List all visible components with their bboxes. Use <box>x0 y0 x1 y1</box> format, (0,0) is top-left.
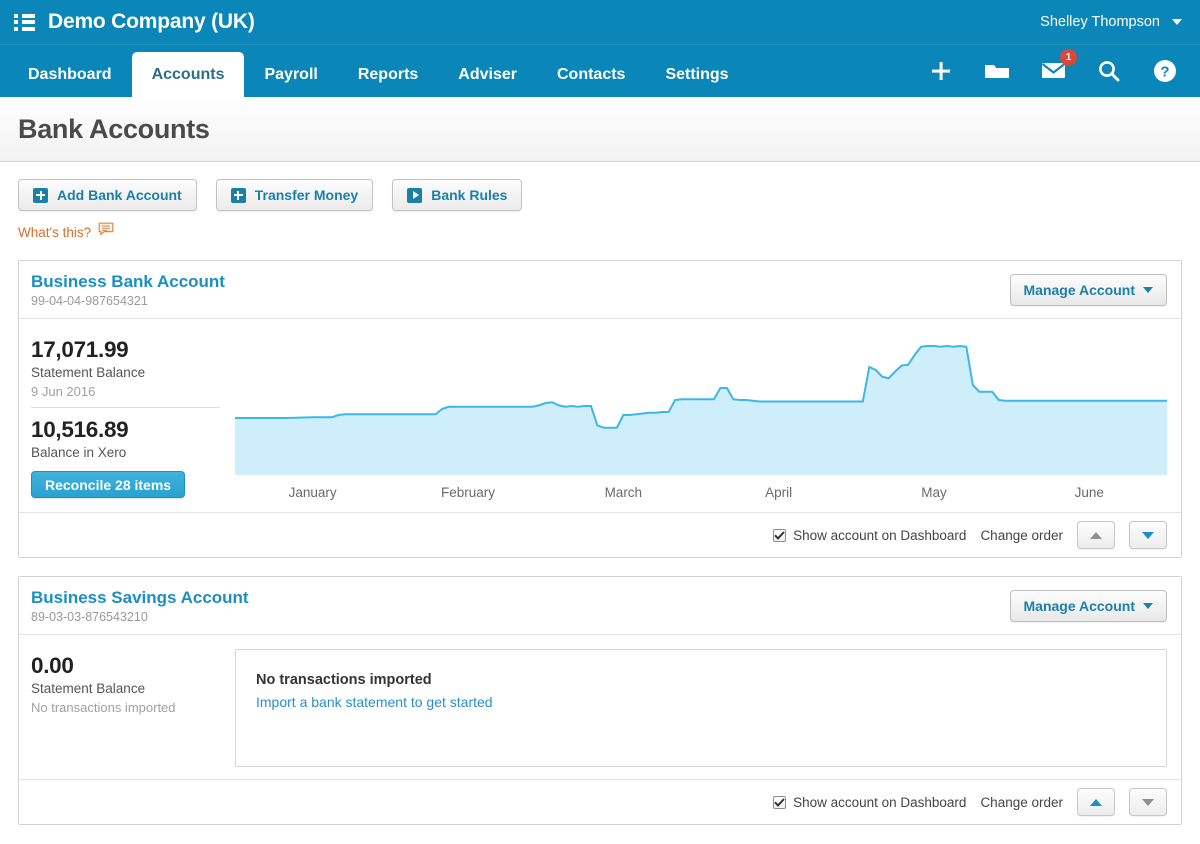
statement-balance-amount: 0.00 <box>31 653 74 678</box>
account-number: 89-03-03-876543210 <box>31 610 148 624</box>
company-name[interactable]: Demo Company (UK) <box>48 10 255 34</box>
tab-adviser[interactable]: Adviser <box>438 53 537 97</box>
statement-balance-label: Statement Balance <box>31 365 146 380</box>
plus-square-icon <box>33 187 48 203</box>
folder-icon[interactable] <box>984 58 1010 84</box>
whats-this-label: What's this? <box>18 224 92 240</box>
statement-balance-amount: 17,071.99 <box>31 337 129 362</box>
add-bank-account-label: Add Bank Account <box>57 187 182 203</box>
move-up-button[interactable] <box>1077 788 1115 816</box>
bank-account-card: Business Savings Account 89-03-03-876543… <box>18 576 1182 825</box>
speech-bubble-icon <box>98 222 114 242</box>
search-icon[interactable] <box>1096 58 1122 84</box>
x-tick-march: March <box>604 485 643 500</box>
tab-reports[interactable]: Reports <box>338 53 438 97</box>
account-card-body: 0.00 Statement Balance No transactions i… <box>19 635 1181 779</box>
envelope-icon[interactable]: 1 <box>1040 48 1077 84</box>
tab-accounts[interactable]: Accounts <box>131 52 245 97</box>
plus-icon[interactable] <box>928 58 954 84</box>
user-name: Shelley Thompson <box>1040 14 1160 30</box>
page-title-bar: Bank Accounts <box>0 97 1200 162</box>
bank-rules-button[interactable]: Bank Rules <box>392 179 523 211</box>
unread-count-badge: 1 <box>1060 48 1077 66</box>
chart-x-axis: January February March April May June <box>235 485 1167 500</box>
statement-balance-label: Statement Balance <box>31 681 146 696</box>
x-tick-february: February <box>440 485 495 500</box>
chevron-down-icon <box>1172 19 1182 25</box>
plus-square-icon <box>230 187 246 203</box>
divider <box>31 407 220 408</box>
action-toolbar: Add Bank Account Transfer Money Bank Rul… <box>0 162 1200 211</box>
account-number: 99-04-04-987654321 <box>31 294 148 308</box>
list-icon[interactable] <box>14 13 36 31</box>
transfer-money-button[interactable]: Transfer Money <box>215 179 374 211</box>
account-summary: 17,071.99 Statement Balance 9 Jun 2016 1… <box>19 319 235 512</box>
show-on-dashboard-label: Show account on Dashboard <box>793 794 967 810</box>
bank-rules-label: Bank Rules <box>431 187 508 203</box>
change-order-label: Change order <box>980 527 1063 543</box>
account-card-header: Business Bank Account 99-04-04-987654321… <box>19 261 1181 319</box>
show-on-dashboard-label: Show account on Dashboard <box>793 527 967 543</box>
add-bank-account-button[interactable]: Add Bank Account <box>18 179 197 211</box>
user-menu[interactable]: Shelley Thompson <box>1040 14 1186 30</box>
balance-chart-svg <box>235 344 1167 475</box>
manage-account-button[interactable]: Manage Account <box>1009 590 1167 622</box>
move-down-button[interactable] <box>1129 788 1167 816</box>
checkbox-box <box>773 528 787 542</box>
account-card-header: Business Savings Account 89-03-03-876543… <box>19 577 1181 635</box>
chevron-down-icon <box>1143 287 1153 293</box>
arrow-up-icon <box>1090 531 1102 539</box>
statement-date: No transactions imported <box>31 700 176 715</box>
top-header: Demo Company (UK) Shelley Thompson <box>0 0 1200 44</box>
import-statement-link[interactable]: Import a bank statement to get started <box>256 694 1166 710</box>
account-card-body: 17,071.99 Statement Balance 9 Jun 2016 1… <box>19 319 1181 512</box>
x-tick-january: January <box>288 485 337 500</box>
manage-account-label: Manage Account <box>1023 598 1136 614</box>
tab-settings[interactable]: Settings <box>645 53 748 97</box>
account-name[interactable]: Business Savings Account <box>31 588 249 608</box>
chevron-down-icon <box>1143 603 1153 609</box>
account-card-footer: Show account on Dashboard Change order <box>19 512 1181 557</box>
help-icon[interactable]: ? <box>1152 58 1178 84</box>
tab-payroll[interactable]: Payroll <box>244 53 337 97</box>
statement-date: 9 Jun 2016 <box>31 384 96 399</box>
account-name[interactable]: Business Bank Account <box>31 272 225 292</box>
balance-chart: January February March April May June <box>235 319 1181 512</box>
change-order-label: Change order <box>980 794 1063 810</box>
bank-account-card: Business Bank Account 99-04-04-987654321… <box>18 260 1182 558</box>
move-down-button[interactable] <box>1129 521 1167 549</box>
manage-account-button[interactable]: Manage Account <box>1009 274 1167 306</box>
empty-state-title: No transactions imported <box>256 672 432 688</box>
whats-this-link[interactable]: What's this? <box>0 211 1200 242</box>
reconcile-button[interactable]: Reconcile 28 items <box>31 471 186 498</box>
x-tick-april: April <box>765 485 793 500</box>
nav-tab-list: Dashboard Accounts Payroll Reports Advis… <box>0 45 749 97</box>
x-tick-may: May <box>921 485 947 500</box>
play-square-icon <box>407 187 423 203</box>
xero-balance-label: Balance in Xero <box>31 445 127 460</box>
arrow-down-icon <box>1142 531 1154 539</box>
tab-dashboard[interactable]: Dashboard <box>8 53 132 97</box>
arrow-up-icon <box>1090 798 1102 806</box>
checkbox-box <box>773 795 787 809</box>
empty-state-box: No transactions imported Import a bank s… <box>235 649 1167 767</box>
manage-account-label: Manage Account <box>1023 282 1136 298</box>
page-title: Bank Accounts <box>18 113 210 144</box>
transfer-money-label: Transfer Money <box>254 187 359 203</box>
show-on-dashboard-checkbox[interactable]: Show account on Dashboard <box>773 528 966 543</box>
account-card-footer: Show account on Dashboard Change order <box>19 779 1181 824</box>
move-up-button[interactable] <box>1077 521 1115 549</box>
main-navigation: Dashboard Accounts Payroll Reports Advis… <box>0 44 1200 97</box>
svg-text:?: ? <box>1160 63 1169 80</box>
show-on-dashboard-checkbox[interactable]: Show account on Dashboard <box>773 795 966 810</box>
account-summary: 0.00 Statement Balance No transactions i… <box>19 635 235 779</box>
xero-balance-amount: 10,516.89 <box>31 417 129 442</box>
nav-icon-group: 1 ? <box>928 44 1200 97</box>
arrow-down-icon <box>1142 798 1154 806</box>
x-tick-june: June <box>1074 485 1104 500</box>
tab-contacts[interactable]: Contacts <box>537 53 645 97</box>
